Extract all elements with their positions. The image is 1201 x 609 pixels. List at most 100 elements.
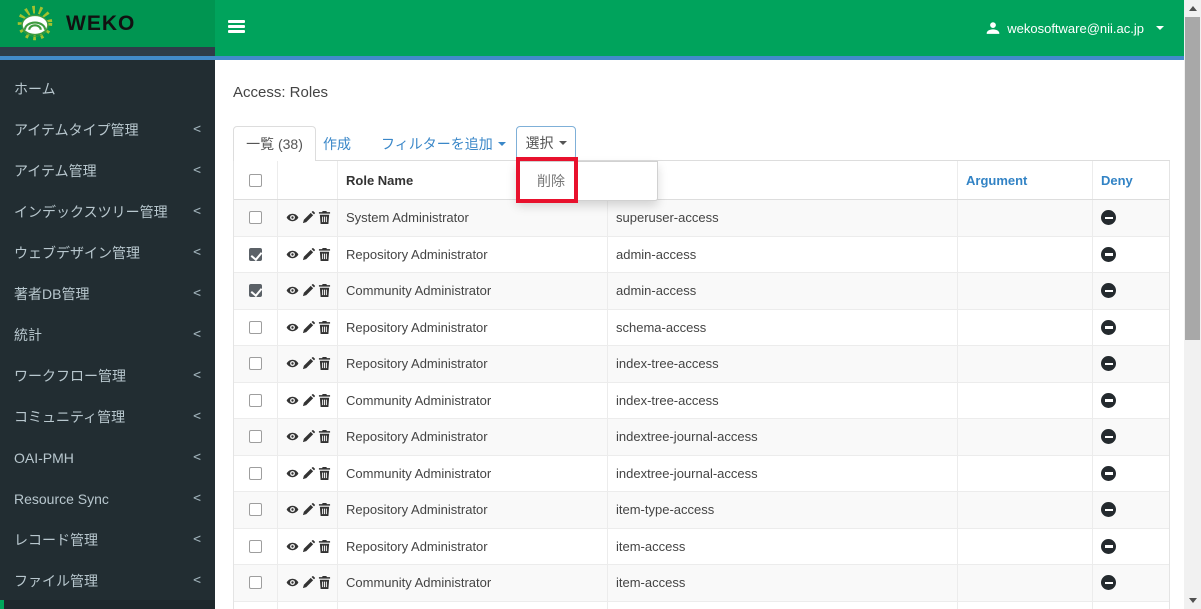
role-name-cell: Repository Administrator [338, 346, 608, 382]
sidebar-item[interactable]: アイテムタイプ管理 < [0, 109, 215, 150]
view-icon[interactable] [286, 430, 299, 443]
edit-icon[interactable] [302, 503, 315, 516]
sidebar-item-partial[interactable] [0, 600, 215, 609]
edit-icon[interactable] [302, 430, 315, 443]
action-cell: schema-access [608, 309, 958, 345]
weko-logo-icon [17, 5, 53, 40]
edit-icon[interactable] [302, 357, 315, 370]
row-checkbox[interactable] [249, 576, 262, 590]
sidebar-item[interactable]: ホーム < [0, 68, 215, 109]
sidebar-item[interactable]: OAI-PMH < [0, 437, 215, 478]
edit-icon[interactable] [302, 284, 315, 297]
menu-item-delete[interactable]: 削除 [517, 162, 657, 200]
role-name-cell: Repository Administrator [338, 309, 608, 345]
sidebar-item[interactable]: 著者DB管理 < [0, 273, 215, 314]
edit-icon[interactable] [302, 247, 315, 261]
tab-add-filter[interactable]: フィルターを追加 [381, 126, 506, 161]
view-icon[interactable] [286, 321, 299, 334]
action-cell: indextree-journal-access [608, 419, 958, 455]
argument-cell [958, 601, 1093, 609]
sidebar-item[interactable]: 統計 < [0, 314, 215, 355]
delete-icon[interactable] [318, 430, 331, 444]
delete-icon[interactable] [318, 466, 331, 480]
brand-logo-area[interactable]: WEKO [0, 0, 215, 47]
action-cell: admin-access [608, 273, 958, 309]
view-icon[interactable] [286, 503, 299, 516]
edit-icon[interactable] [302, 466, 315, 480]
header-action-sort[interactable]: Action [608, 161, 958, 199]
view-icon[interactable] [286, 394, 299, 407]
roles-table-body: System Administrator superuser-access Re… [234, 200, 1169, 609]
row-checkbox[interactable] [249, 539, 262, 553]
deny-icon [1101, 392, 1116, 408]
sidebar-item[interactable]: ワークフロー管理 < [0, 355, 215, 396]
header-deny-sort[interactable]: Deny [1093, 161, 1169, 199]
row-checkbox[interactable] [249, 320, 262, 334]
edit-icon[interactable] [302, 320, 315, 334]
edit-icon[interactable] [302, 539, 315, 553]
sidebar-item[interactable]: アイテム管理 < [0, 150, 215, 191]
table-row: Repository Administrator index-tree-acce… [234, 346, 1169, 383]
sidebar-item[interactable]: レコード管理 < [0, 519, 215, 560]
header-argument-sort[interactable]: Argument [958, 161, 1093, 199]
edit-icon[interactable] [302, 576, 315, 589]
edit-icon[interactable] [302, 393, 315, 407]
table-row: Repository Administrator indextree-journ… [234, 419, 1169, 456]
roles-table-header: Role Name Action Argument Deny [234, 161, 1169, 200]
sidebar-item-label: アイテムタイプ管理 [14, 121, 139, 138]
row-checkbox[interactable] [249, 284, 262, 298]
delete-icon[interactable] [318, 393, 331, 407]
sidebar-top-strip [0, 47, 215, 56]
row-checkbox[interactable] [249, 247, 262, 261]
row-checkbox[interactable] [249, 503, 262, 517]
argument-cell [958, 200, 1093, 236]
argument-cell [958, 309, 1093, 345]
action-cell: indextree-journal-access [608, 455, 958, 491]
sidebar-item[interactable]: Resource Sync < [0, 478, 215, 519]
user-account-menu[interactable]: wekosoftware@nii.ac.jp [976, 0, 1174, 56]
deny-icon [1101, 210, 1116, 226]
view-icon[interactable] [286, 357, 299, 370]
row-checkbox[interactable] [249, 211, 262, 225]
view-icon[interactable] [286, 540, 299, 553]
view-icon[interactable] [286, 284, 299, 297]
row-checkbox[interactable] [249, 357, 262, 371]
delete-icon[interactable] [318, 247, 331, 261]
action-cell: item-type-access [608, 492, 958, 528]
select-all-checkbox[interactable] [249, 173, 262, 187]
view-icon[interactable] [286, 467, 299, 480]
scrollbar-down-button[interactable] [1184, 592, 1201, 609]
weko-admin-window: WEKO wekosoftware@nii.ac.jp ホーム < アイテムタイ… [0, 0, 1201, 609]
delete-icon[interactable] [318, 503, 331, 517]
sidebar-item[interactable]: インデックスツリー管理 < [0, 191, 215, 232]
delete-icon[interactable] [318, 576, 331, 590]
delete-icon[interactable] [318, 539, 331, 553]
delete-icon[interactable] [318, 284, 331, 298]
sidebar-item-label: Resource Sync [14, 490, 109, 507]
view-icon[interactable] [286, 211, 299, 224]
sidebar-item[interactable]: コミュニティ管理 < [0, 396, 215, 437]
delete-icon[interactable] [318, 357, 331, 371]
delete-icon[interactable] [318, 320, 331, 334]
delete-icon[interactable] [318, 211, 331, 225]
chevron-left-icon: < [193, 286, 201, 301]
deny-icon [1101, 575, 1116, 591]
select-dropdown-button[interactable]: 選択 [516, 126, 576, 160]
sidebar-item-label: インデックスツリー管理 [14, 203, 168, 220]
sidebar-item[interactable]: ファイル管理 < [0, 560, 215, 601]
row-checkbox[interactable] [249, 466, 262, 480]
row-checkbox[interactable] [249, 430, 262, 444]
scrollbar-thumb[interactable] [1185, 17, 1200, 340]
chevron-left-icon: < [193, 122, 201, 137]
scrollbar-up-button[interactable] [1184, 0, 1201, 17]
deny-icon [1101, 319, 1116, 335]
filter-caret-icon [497, 141, 506, 146]
view-icon[interactable] [286, 248, 299, 261]
sidebar-item[interactable]: ウェブデザイン管理 < [0, 232, 215, 273]
sidebar-toggle-icon[interactable] [228, 20, 245, 35]
tab-create[interactable]: 作成 [323, 126, 351, 161]
view-icon[interactable] [286, 576, 299, 589]
row-checkbox[interactable] [249, 393, 262, 407]
edit-icon[interactable] [302, 211, 315, 224]
tab-list[interactable]: 一覧 (38) [233, 126, 316, 161]
